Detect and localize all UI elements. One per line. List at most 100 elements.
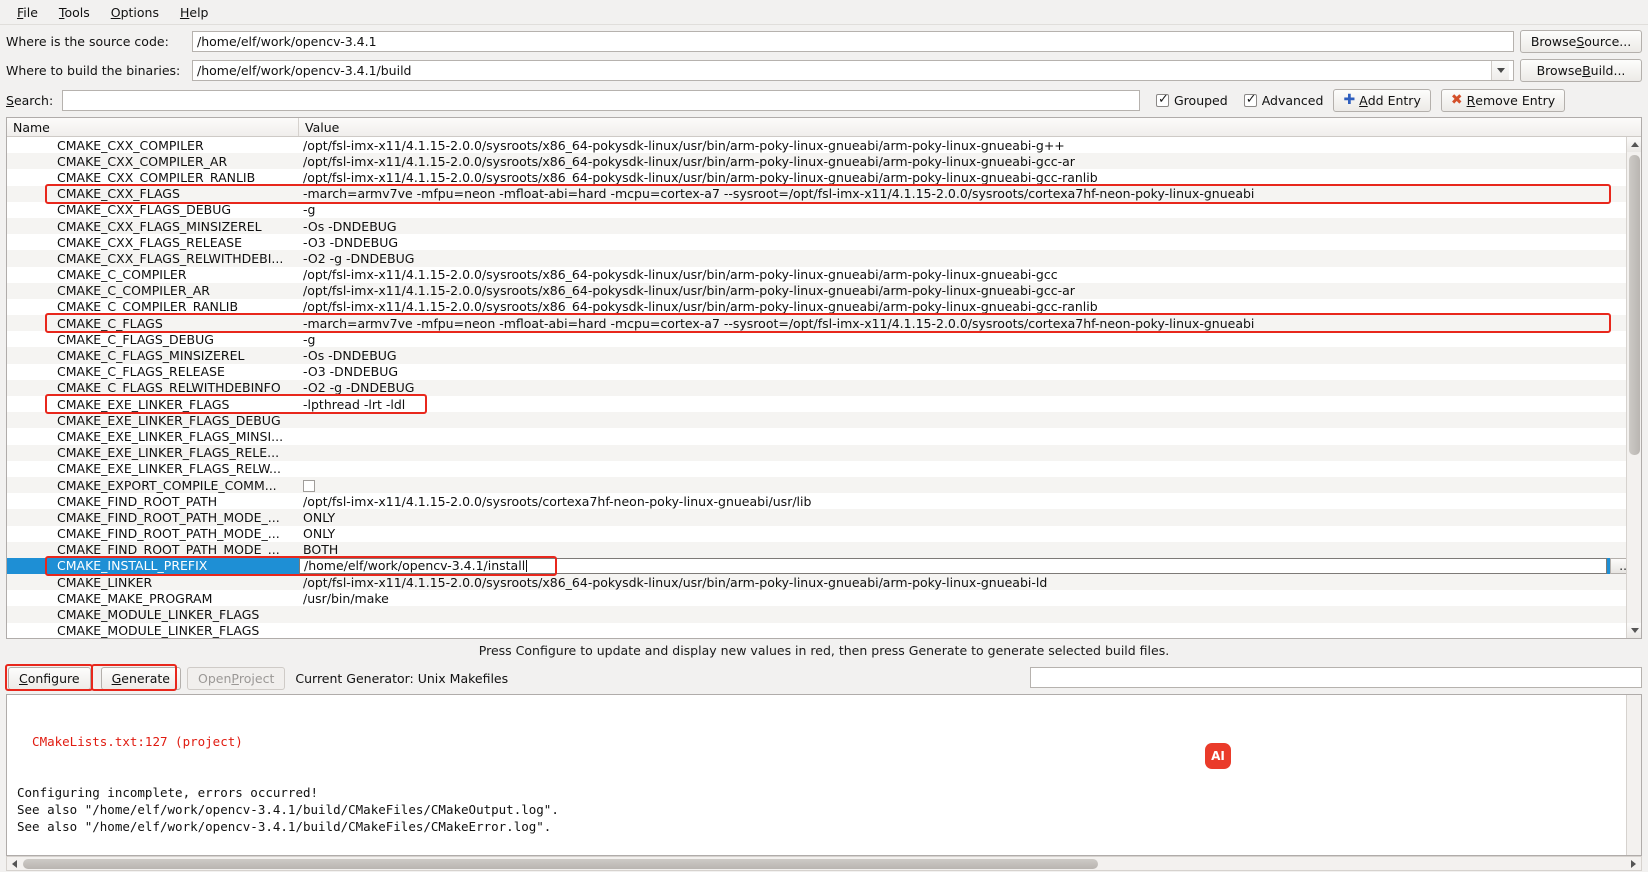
menu-item-tools[interactable]: Tools	[50, 2, 99, 23]
search-input[interactable]	[62, 89, 1140, 111]
column-header-value[interactable]: Value	[299, 118, 1641, 136]
table-row[interactable]: CMAKE_EXE_LINKER_FLAGS -lpthread -lrt -ld…	[7, 396, 1641, 412]
source-path-value: /home/elf/work/opencv-3.4.1	[197, 33, 377, 49]
table-row[interactable]: CMAKE_CXX_COMPILER_AR/opt/fsl-imx-x11/4.…	[7, 153, 1641, 170]
table-row[interactable]: CMAKE_FIND_ROOT_PATH/opt/fsl-imx-x11/4.1…	[7, 493, 1641, 509]
table-row[interactable]: CMAKE_EXE_LINKER_FLAGS_DEBUG	[7, 412, 1641, 429]
generate-button[interactable]: Generate	[100, 667, 181, 690]
scroll-right-icon[interactable]	[1626, 857, 1641, 870]
scroll-thumb[interactable]	[1629, 155, 1640, 455]
cell-variable-value[interactable]: ONLY	[299, 510, 1641, 525]
cell-variable-value[interactable]: ONLY	[299, 526, 1641, 541]
add-entry-button[interactable]: ✚ Add Entry	[1333, 88, 1431, 112]
table-row[interactable]: CMAKE_C_COMPILER/opt/fsl-imx-x11/4.1.15-…	[7, 267, 1641, 283]
table-row[interactable]: CMAKE_C_COMPILER_RANLIB/opt/fsl-imx-x11/…	[7, 299, 1641, 315]
cell-variable-value[interactable]: -march=armv7ve -mfpu=neon -mfloat-abi=ha…	[299, 186, 1641, 201]
browse-source-button[interactable]: Browse Source...	[1520, 29, 1642, 53]
table-vertical-scrollbar[interactable]	[1626, 137, 1641, 638]
table-row[interactable]: CMAKE_INSTALL_PREFIX/home/elf/work/openc…	[7, 557, 1641, 575]
table-row[interactable]: CMAKE_CXX_FLAGS_RELEASE -O3 -DNDEBUG	[7, 234, 1641, 250]
table-row[interactable]: CMAKE_FIND_ROOT_PATH_MODE_... ONLY	[7, 526, 1641, 542]
column-header-name[interactable]: Name	[7, 118, 299, 136]
advanced-checkbox[interactable]: Advanced	[1243, 92, 1323, 108]
checkbox-icon-advanced[interactable]	[1243, 92, 1257, 107]
scroll-left-icon[interactable]	[7, 857, 22, 870]
cell-variable-value[interactable]: /opt/fsl-imx-x11/4.1.15-2.0.0/sysroots/x…	[299, 154, 1641, 169]
cell-variable-value[interactable]: /opt/fsl-imx-x11/4.1.15-2.0.0/sysroots/c…	[299, 494, 1641, 509]
cell-variable-name: CMAKE_C_COMPILER	[57, 267, 187, 283]
cell-variable-value[interactable]: /opt/fsl-imx-x11/4.1.15-2.0.0/sysroots/x…	[299, 138, 1641, 153]
menu-item-options[interactable]: Options	[102, 2, 168, 23]
output-console[interactable]: CMakeLists.txt:127 (project) Configuring…	[6, 694, 1642, 856]
cell-variable-value[interactable]: /opt/fsl-imx-x11/4.1.15-2.0.0/sysroots/x…	[299, 575, 1641, 590]
table-row[interactable]: CMAKE_C_FLAGS_DEBUG -g	[7, 331, 1641, 347]
table-row[interactable]: CMAKE_EXE_LINKER_FLAGS_RELE...	[7, 444, 1641, 461]
table-row[interactable]: CMAKE_C_FLAGS_RELWITHDEBINFO -O2 -g -DNDE…	[7, 379, 1641, 396]
table-row[interactable]: CMAKE_MODULE_LINKER_FLAGS	[7, 623, 1641, 638]
cell-variable-value[interactable]: BOTH	[299, 542, 1641, 557]
table-row[interactable]: CMAKE_CXX_FLAGS_RELWITHDEBI... -O2 -g -DN…	[7, 250, 1641, 267]
cell-variable-name: CMAKE_EXE_LINKER_FLAGS_MINSI...	[57, 428, 284, 444]
table-row[interactable]: CMAKE_FIND_ROOT_PATH_MODE_... ONLY	[7, 509, 1641, 526]
cell-variable-value[interactable]: /opt/fsl-imx-x11/4.1.15-2.0.0/sysroots/x…	[299, 283, 1641, 298]
table-row[interactable]: CMAKE_MODULE_LINKER_FLAGS	[7, 606, 1641, 623]
build-path-label: Where to build the binaries:	[6, 62, 181, 78]
grouped-checkbox[interactable]: Grouped	[1156, 92, 1228, 108]
checkbox-icon-export-compile-commands[interactable]	[303, 479, 315, 492]
console-scroll-thumb[interactable]	[23, 859, 1098, 869]
cell-variable-value[interactable]	[299, 478, 1641, 493]
cell-variable-value[interactable]: -O3 -DNDEBUG	[299, 364, 1641, 379]
inline-value-editor[interactable]: /home/elf/work/opencv-3.4.1/install	[299, 557, 1607, 575]
table-row[interactable]: CMAKE_CXX_FLAGS_MINSIZEREL -Os -DNDEBUG	[7, 217, 1641, 235]
table-row[interactable]: CMAKE_MAKE_PROGRAM/usr/bin/make	[7, 590, 1641, 606]
chevron-down-icon[interactable]	[1491, 60, 1509, 80]
cell-variable-value[interactable]: -Os -DNDEBUG	[299, 348, 1641, 363]
scroll-up-icon[interactable]	[1627, 137, 1641, 152]
ai-badge[interactable]: AI	[1205, 743, 1231, 769]
status-hint: Press Configure to update and display ne…	[478, 643, 1170, 658]
generator-field[interactable]	[1030, 667, 1642, 688]
configure-button[interactable]: Configure	[8, 667, 91, 690]
cell-variable-value[interactable]: -g	[299, 332, 1641, 347]
checkbox-icon-grouped[interactable]	[1156, 92, 1169, 107]
table-row[interactable]: CMAKE_C_FLAGS_RELEASE -O3 -DNDEBUG	[7, 364, 1641, 380]
source-path-input[interactable]: /home/elf/work/opencv-3.4.1	[192, 30, 1514, 52]
build-path-combo[interactable]: /home/elf/work/opencv-3.4.1/build	[192, 59, 1514, 81]
table-row[interactable]: CMAKE_CXX_FLAGS -march=armv7ve -mfpu=neon…	[7, 185, 1641, 202]
menu-item-file[interactable]: FFileile	[8, 2, 47, 23]
cell-variable-name: CMAKE_FIND_ROOT_PATH_MODE_...	[57, 526, 280, 542]
browse-build-button[interactable]: Browse Build...	[1520, 58, 1642, 82]
build-path-value: /home/elf/work/opencv-3.4.1/build	[197, 62, 412, 78]
table-row[interactable]: CMAKE_FIND_ROOT_PATH_MODE_... BOTH	[7, 541, 1641, 558]
console-horizontal-scrollbar[interactable]	[6, 856, 1642, 871]
console-vertical-scrollbar[interactable]	[1626, 695, 1641, 855]
table-row[interactable]: CMAKE_C_COMPILER_AR/opt/fsl-imx-x11/4.1.…	[7, 282, 1641, 299]
table-row[interactable]: CMAKE_CXX_FLAGS_DEBUG -g	[7, 202, 1641, 218]
table-row[interactable]: CMAKE_EXE_LINKER_FLAGS_MINSI...	[7, 428, 1641, 444]
cell-variable-name: CMAKE_CXX_FLAGS	[57, 186, 180, 202]
cell-variable-value[interactable]: -O2 -g -DNDEBUG	[299, 251, 1641, 266]
cell-variable-value[interactable]: -O2 -g -DNDEBUG	[299, 380, 1641, 395]
cell-variable-value[interactable]: /opt/fsl-imx-x11/4.1.15-2.0.0/sysroots/x…	[299, 170, 1641, 185]
menu-item-help[interactable]: Help	[171, 2, 218, 23]
table-row[interactable]: CMAKE_CXX_COMPILER/opt/fsl-imx-x11/4.1.1…	[7, 137, 1641, 153]
cell-variable-value[interactable]: -march=armv7ve -mfpu=neon -mfloat-abi=ha…	[299, 316, 1641, 331]
console-line: See also "/home/elf/work/opencv-3.4.1/bu…	[17, 819, 552, 834]
table-row[interactable]: CMAKE_C_FLAGS -march=armv7ve -mfpu=neon -…	[7, 315, 1641, 332]
cell-variable-name: CMAKE_C_FLAGS_RELWITHDEBINFO	[57, 380, 281, 396]
cell-variable-value[interactable]: -O3 -DNDEBUG	[299, 235, 1641, 250]
cell-variable-value[interactable]: -lpthread -lrt -ldl	[299, 397, 1641, 412]
cell-variable-value[interactable]: -g	[299, 202, 1641, 217]
remove-entry-button[interactable]: ✖ Remove Entry	[1440, 88, 1566, 112]
table-row[interactable]: CMAKE_CXX_COMPILER_RANLIB/opt/fsl-imx-x1…	[7, 169, 1641, 185]
scroll-down-icon[interactable]	[1627, 623, 1641, 638]
table-row[interactable]: CMAKE_LINKER/opt/fsl-imx-x11/4.1.15-2.0.…	[7, 574, 1641, 591]
table-row[interactable]: CMAKE_EXPORT_COMPILE_COMM...	[7, 476, 1641, 494]
cell-variable-value[interactable]: /opt/fsl-imx-x11/4.1.15-2.0.0/sysroots/x…	[299, 299, 1641, 314]
table-row[interactable]: CMAKE_C_FLAGS_MINSIZEREL -Os -DNDEBUG	[7, 347, 1641, 364]
cell-variable-name: CMAKE_C_FLAGS_RELEASE	[57, 364, 225, 380]
cell-variable-value[interactable]: /opt/fsl-imx-x11/4.1.15-2.0.0/sysroots/x…	[299, 267, 1641, 282]
table-row[interactable]: CMAKE_EXE_LINKER_FLAGS_RELW...	[7, 461, 1641, 477]
cell-variable-value[interactable]: -Os -DNDEBUG	[299, 219, 1641, 234]
cell-variable-value[interactable]: /usr/bin/make	[299, 591, 1641, 606]
